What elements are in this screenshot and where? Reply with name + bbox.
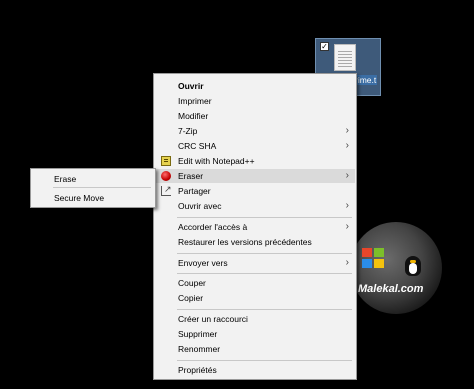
menu-item-label: 7-Zip [178, 126, 198, 136]
menu-item-restaurer-versions[interactable]: Restaurer les versions précédentes [155, 235, 355, 249]
menu-item-label: Restaurer les versions précédentes [178, 237, 312, 247]
menu-separator [177, 360, 352, 361]
menu-separator [177, 309, 352, 310]
tux-penguin-icon [402, 252, 424, 278]
menu-item-partager[interactable]: Partager [155, 182, 355, 198]
notepad-plus-icon [161, 156, 171, 166]
chevron-right-icon: › [345, 170, 349, 181]
menu-item-label: Envoyer vers [178, 258, 228, 268]
checkbox-icon[interactable]: ✓ [320, 42, 329, 51]
menu-item-label: Copier [178, 293, 204, 303]
submenu-item-label: Secure Move [54, 193, 105, 203]
menu-item-accorder-acces[interactable]: Accorder l'accès à › [155, 220, 355, 234]
windows-logo-icon [362, 248, 386, 270]
menu-item-notepad[interactable]: Edit with Notepad++ [155, 154, 355, 168]
desktop-file-label: rime.t [354, 75, 378, 85]
menu-item-label: Renommer [178, 344, 221, 354]
submenu-item-label: Erase [54, 174, 77, 184]
menu-separator [177, 217, 352, 218]
menu-item-label: Imprimer [178, 96, 212, 106]
chevron-right-icon: › [345, 140, 349, 151]
menu-item-renommer[interactable]: Renommer [155, 342, 355, 356]
menu-item-modifier[interactable]: Modifier [155, 109, 355, 123]
context-menu: Ouvrir Imprimer Modifier 7-Zip › CRC SHA… [153, 73, 357, 380]
chevron-right-icon: › [345, 257, 349, 268]
menu-item-label: Ouvrir [178, 81, 204, 91]
menu-item-ouvrir[interactable]: Ouvrir [155, 79, 355, 93]
menu-item-couper[interactable]: Couper [155, 276, 355, 290]
menu-item-label: Partager [178, 186, 211, 196]
menu-item-supprimer[interactable]: Supprimer [155, 327, 355, 341]
menu-item-crc-sha[interactable]: CRC SHA › [155, 139, 355, 153]
menu-item-label: Propriétés [178, 365, 217, 375]
menu-item-label: Modifier [178, 111, 209, 121]
logo-text: Malekal.com [358, 283, 424, 295]
menu-item-copier[interactable]: Copier [155, 291, 355, 305]
menu-item-creer-raccourci[interactable]: Créer un raccourci [155, 312, 355, 326]
menu-item-label: Couper [178, 278, 206, 288]
eraser-submenu: Erase Secure Move [30, 168, 156, 208]
menu-item-eraser[interactable]: Eraser › [155, 169, 355, 183]
menu-item-label: Supprimer [178, 329, 218, 339]
menu-item-label: Ouvrir avec [178, 201, 222, 211]
menu-item-label: Edit with Notepad++ [178, 156, 255, 166]
text-document-icon [334, 44, 356, 71]
menu-item-label: Créer un raccourci [178, 314, 248, 324]
malekal-logo: Malekal.com [350, 222, 442, 314]
menu-item-ouvrir-avec[interactable]: Ouvrir avec › [155, 199, 355, 213]
menu-separator [177, 253, 352, 254]
eraser-icon [161, 171, 171, 181]
menu-item-label: Eraser [178, 171, 204, 181]
menu-item-envoyer-vers[interactable]: Envoyer vers › [155, 256, 355, 270]
share-icon [161, 182, 172, 196]
menu-separator [177, 273, 352, 274]
menu-item-imprimer[interactable]: Imprimer [155, 94, 355, 108]
menu-item-7zip[interactable]: 7-Zip › [155, 124, 355, 138]
menu-item-label: CRC SHA [178, 141, 217, 151]
submenu-item-erase[interactable]: Erase [32, 172, 154, 186]
chevron-right-icon: › [345, 221, 349, 232]
menu-separator [53, 187, 151, 188]
chevron-right-icon: › [345, 200, 349, 211]
chevron-right-icon: › [345, 125, 349, 136]
submenu-item-secure-move[interactable]: Secure Move [32, 191, 154, 205]
menu-item-label: Accorder l'accès à [178, 222, 248, 232]
menu-item-proprietes[interactable]: Propriétés [155, 363, 355, 377]
